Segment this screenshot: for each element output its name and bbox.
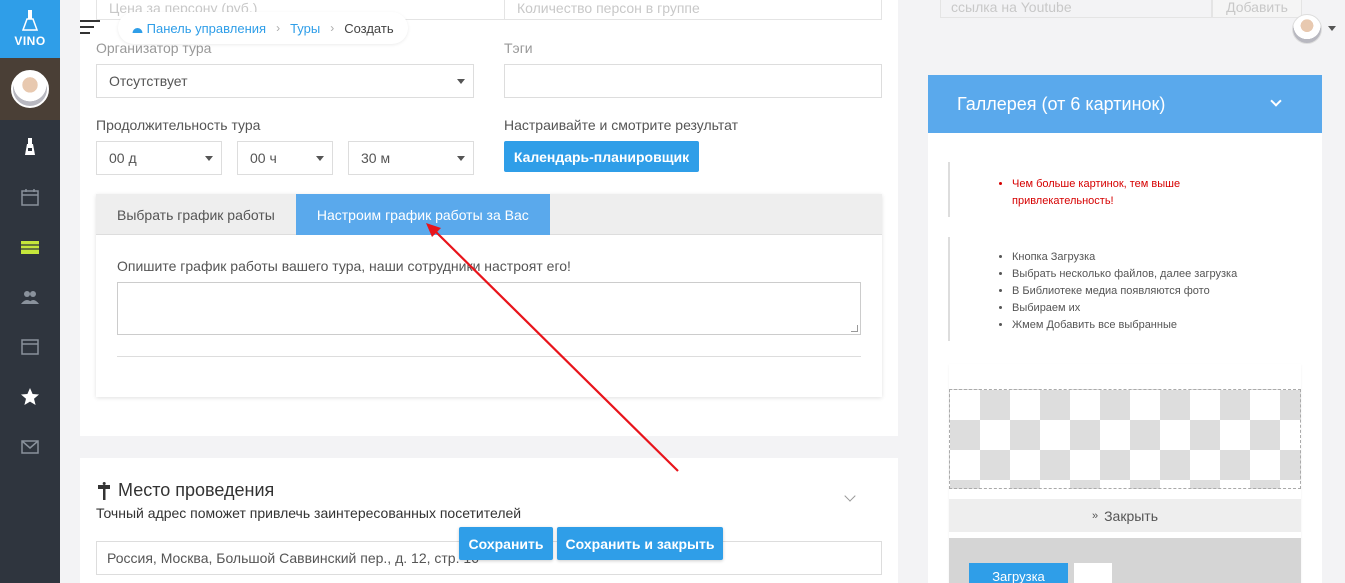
gallery-instructions: Кнопка Загрузка Выбрать несколько файлов… bbox=[948, 237, 1237, 341]
caret-down-icon bbox=[457, 156, 465, 161]
place-subtitle: Точный адрес поможет привлечь заинтересо… bbox=[96, 505, 522, 521]
logo-text: VINO bbox=[14, 34, 46, 48]
app-logo[interactable]: VINO bbox=[0, 0, 60, 58]
list-item: Жмем Добавить все выбранные bbox=[1012, 317, 1237, 334]
organizer-select[interactable]: Отсутствует bbox=[96, 64, 474, 98]
organizer-value: Отсутствует bbox=[109, 73, 188, 89]
minutes-value: 30 м bbox=[361, 150, 391, 166]
sidebar-item-messages[interactable] bbox=[0, 422, 60, 472]
sidebar-item-calendar[interactable] bbox=[0, 172, 60, 222]
caret-down-icon bbox=[205, 156, 213, 161]
signpost-icon bbox=[98, 481, 110, 500]
sidebar-item-favorites[interactable] bbox=[0, 372, 60, 422]
tip-line: Чем больше картинок, тем вышепривлекател… bbox=[1012, 176, 1180, 210]
days-select[interactable]: 00 д bbox=[96, 141, 222, 175]
list-item: В Библиотеке медиа появляются фото bbox=[1012, 283, 1237, 300]
save-button[interactable]: Сохранить bbox=[459, 527, 553, 560]
caret-down-icon bbox=[316, 156, 324, 161]
divider bbox=[117, 356, 861, 357]
envelope-icon bbox=[21, 440, 39, 454]
close-label: Закрыть bbox=[1104, 507, 1159, 524]
user-avatar[interactable] bbox=[1292, 14, 1322, 44]
group-size-field[interactable]: Количество персон в группе bbox=[504, 0, 882, 20]
sidebar-item-users[interactable] bbox=[0, 272, 60, 322]
resize-handle-icon[interactable] bbox=[851, 325, 858, 332]
tab-choose-schedule[interactable]: Выбрать график работы bbox=[96, 194, 296, 235]
sidebar-item-wines[interactable] bbox=[0, 122, 60, 172]
flask-icon bbox=[25, 138, 35, 155]
star-icon bbox=[21, 388, 39, 405]
sidebar-avatar[interactable] bbox=[0, 58, 60, 120]
table-icon bbox=[21, 241, 39, 254]
sidebar-item-tours[interactable] bbox=[0, 222, 60, 272]
flask-logo-icon bbox=[22, 10, 38, 31]
planner-button[interactable]: Календарь-планировщик bbox=[504, 141, 699, 172]
youtube-add-button[interactable]: Добавить bbox=[1212, 0, 1302, 18]
breadcrumb: Панель управления › Туры › Создать bbox=[118, 12, 408, 44]
browser-icon bbox=[21, 339, 39, 355]
tab-bar: Выбрать график работы Настроим график ра… bbox=[96, 194, 882, 235]
planner-label: Настраивайте и смотрите результат bbox=[504, 117, 739, 133]
gallery-tip: Чем больше картинок, тем вышепривлекател… bbox=[948, 162, 1180, 217]
list-item: Выбрать несколько файлов, далее загрузка bbox=[1012, 266, 1237, 283]
lock-button[interactable] bbox=[1074, 563, 1112, 583]
tags-input[interactable] bbox=[504, 64, 882, 98]
minutes-select[interactable]: 30 м bbox=[348, 141, 474, 175]
breadcrumb-tours[interactable]: Туры bbox=[290, 21, 320, 36]
upload-label: Загрузка bbox=[992, 568, 1045, 583]
dashboard-icon bbox=[132, 27, 143, 33]
gallery-title: Галлерея (от 6 картинок) bbox=[957, 93, 1166, 114]
schedule-description: Опишите график работы вашего тура, наши … bbox=[117, 258, 571, 274]
days-value: 00 д bbox=[109, 150, 137, 166]
chevron-down-icon[interactable] bbox=[844, 490, 856, 502]
list-item: Выбираем их bbox=[1012, 300, 1237, 317]
save-close-button[interactable]: Сохранить и закрыть bbox=[557, 527, 723, 560]
tab-custom-schedule[interactable]: Настроим график работы за Вас bbox=[295, 194, 550, 235]
users-icon bbox=[21, 291, 39, 304]
calendar-icon bbox=[21, 189, 39, 206]
chevron-right-icon: › bbox=[276, 21, 281, 35]
group-size-placeholder: Количество персон в группе bbox=[517, 0, 700, 16]
youtube-input[interactable]: ссылка на Youtube bbox=[940, 0, 1212, 18]
breadcrumb-home[interactable]: Панель управления bbox=[132, 21, 266, 36]
hours-value: 00 ч bbox=[250, 150, 277, 166]
youtube-placeholder: ссылка на Youtube bbox=[951, 0, 1072, 15]
gallery-header[interactable]: Галлерея (от 6 картинок) bbox=[928, 75, 1322, 133]
place-title: Место проведения bbox=[96, 480, 274, 501]
place-panel: Место проведения Точный адрес поможет пр… bbox=[80, 458, 898, 583]
breadcrumb-current: Создать bbox=[344, 20, 394, 36]
duration-label: Продолжительность тура bbox=[96, 117, 261, 133]
sidebar-item-pages[interactable] bbox=[0, 322, 60, 372]
double-chevron-up-icon: » bbox=[1091, 509, 1099, 522]
image-preview-placeholder bbox=[949, 389, 1301, 489]
chevron-right-icon: › bbox=[330, 21, 335, 35]
sidebar: VINO bbox=[0, 0, 60, 583]
caret-down-icon bbox=[457, 79, 465, 84]
avatar bbox=[11, 70, 49, 108]
close-button[interactable]: » Закрыть bbox=[949, 499, 1301, 532]
menu-toggle-icon[interactable] bbox=[80, 20, 100, 36]
schedule-textarea[interactable] bbox=[117, 282, 861, 335]
caret-down-icon[interactable] bbox=[1328, 26, 1336, 31]
chevron-down-icon[interactable] bbox=[1270, 95, 1282, 107]
place-title-text: Место проведения bbox=[118, 480, 275, 500]
hours-select[interactable]: 00 ч bbox=[237, 141, 333, 175]
list-item: Кнопка Загрузка bbox=[1012, 249, 1237, 266]
schedule-tabs: Выбрать график работы Настроим график ра… bbox=[96, 194, 882, 397]
upload-button[interactable]: Загрузка bbox=[969, 563, 1068, 583]
tags-label: Тэги bbox=[504, 40, 533, 56]
